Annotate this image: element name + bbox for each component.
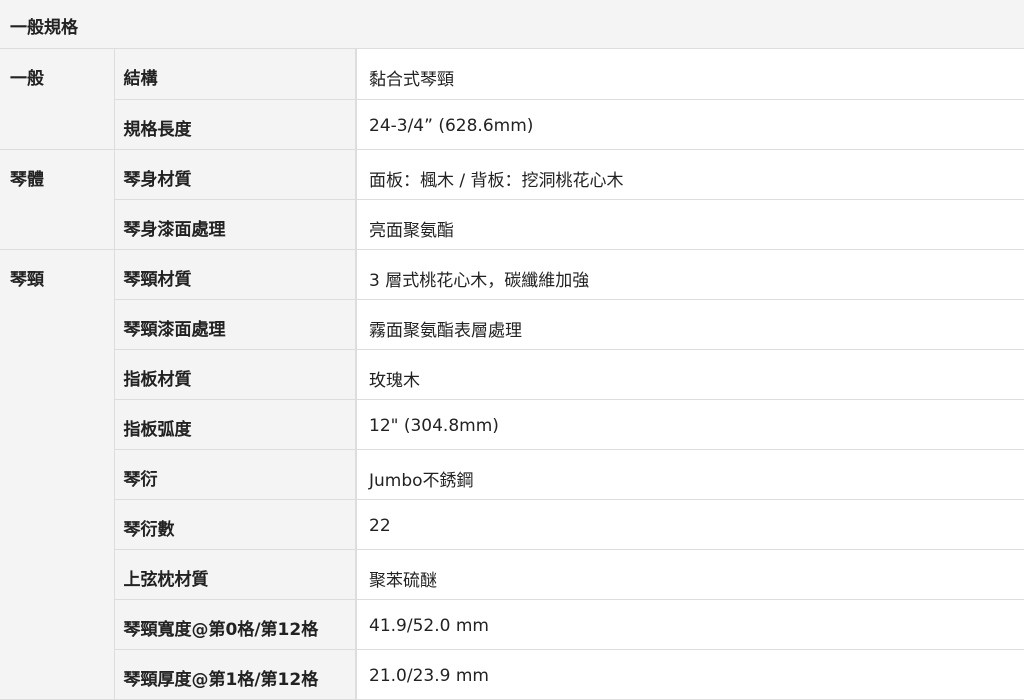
row-value: 22: [356, 499, 1024, 550]
spec-table: 一般 結構 黏合式琴頸 規格長度 24-3/4” (628.6mm) 琴體 琴身…: [0, 49, 1024, 700]
row-value: 亮面聚氨酯: [356, 199, 1024, 250]
table-row: 琴衍 Jumbo不銹鋼: [0, 449, 1024, 500]
row-label: 琴衍數: [114, 499, 357, 550]
row-value: 黏合式琴頸: [356, 49, 1024, 100]
table-row: 琴衍數 22: [0, 499, 1024, 550]
table-row: 琴頸寬度@第0格/第12格 41.9/52.0 mm: [0, 599, 1024, 650]
row-label: 琴頸厚度@第1格/第12格: [114, 649, 357, 700]
table-row: 琴頸漆面處理 霧面聚氨酯表層處理: [0, 299, 1024, 350]
row-value: 12" (304.8mm): [356, 399, 1024, 450]
row-label: 指板弧度: [114, 399, 357, 450]
row-value: 玫瑰木: [356, 349, 1024, 400]
table-row: 規格長度 24-3/4” (628.6mm): [0, 99, 1024, 150]
table-row: 指板弧度 12" (304.8mm): [0, 399, 1024, 450]
table-row: 一般 結構 黏合式琴頸: [0, 49, 1024, 150]
group-label-body: 琴體: [0, 149, 115, 250]
table-row: 琴體 琴身材質 面板：楓木 / 背板：挖洞桃花心木: [0, 149, 1024, 250]
row-label: 琴身漆面處理: [114, 199, 357, 250]
row-label: 琴頸材質: [114, 249, 357, 300]
row-label: 琴頸寬度@第0格/第12格: [114, 599, 357, 650]
row-value: 霧面聚氨酯表層處理: [356, 299, 1024, 350]
row-value: 3 層式桃花心木，碳纖維加強: [356, 249, 1024, 300]
table-row: 上弦枕材質 聚苯硫醚: [0, 549, 1024, 600]
row-label: 結構: [114, 49, 357, 100]
row-label: 指板材質: [114, 349, 357, 400]
table-row: 琴身漆面處理 亮面聚氨酯: [0, 199, 1024, 250]
row-value: 41.9/52.0 mm: [356, 599, 1024, 650]
section-title: 一般規格: [10, 18, 78, 38]
row-value: 24-3/4” (628.6mm): [356, 99, 1024, 150]
row-label: 琴衍: [114, 449, 357, 500]
table-row: 琴頸厚度@第1格/第12格 21.0/23.9 mm: [0, 649, 1024, 700]
row-label: 上弦枕材質: [114, 549, 357, 600]
table-row: 指板材質 玫瑰木: [0, 349, 1024, 400]
row-value: 21.0/23.9 mm: [356, 649, 1024, 700]
row-value: 面板：楓木 / 背板：挖洞桃花心木: [356, 149, 1024, 200]
row-label: 琴頸漆面處理: [114, 299, 357, 350]
spec-section-header: 一般規格: [0, 0, 1024, 49]
group-label-neck: 琴頸: [0, 249, 115, 700]
row-value: Jumbo不銹鋼: [356, 449, 1024, 500]
row-label: 琴身材質: [114, 149, 357, 200]
table-row: 琴頸 琴頸材質 3 層式桃花心木，碳纖維加強: [0, 249, 1024, 700]
group-label-general: 一般: [0, 49, 115, 150]
row-value: 聚苯硫醚: [356, 549, 1024, 600]
row-label: 規格長度: [114, 99, 357, 150]
